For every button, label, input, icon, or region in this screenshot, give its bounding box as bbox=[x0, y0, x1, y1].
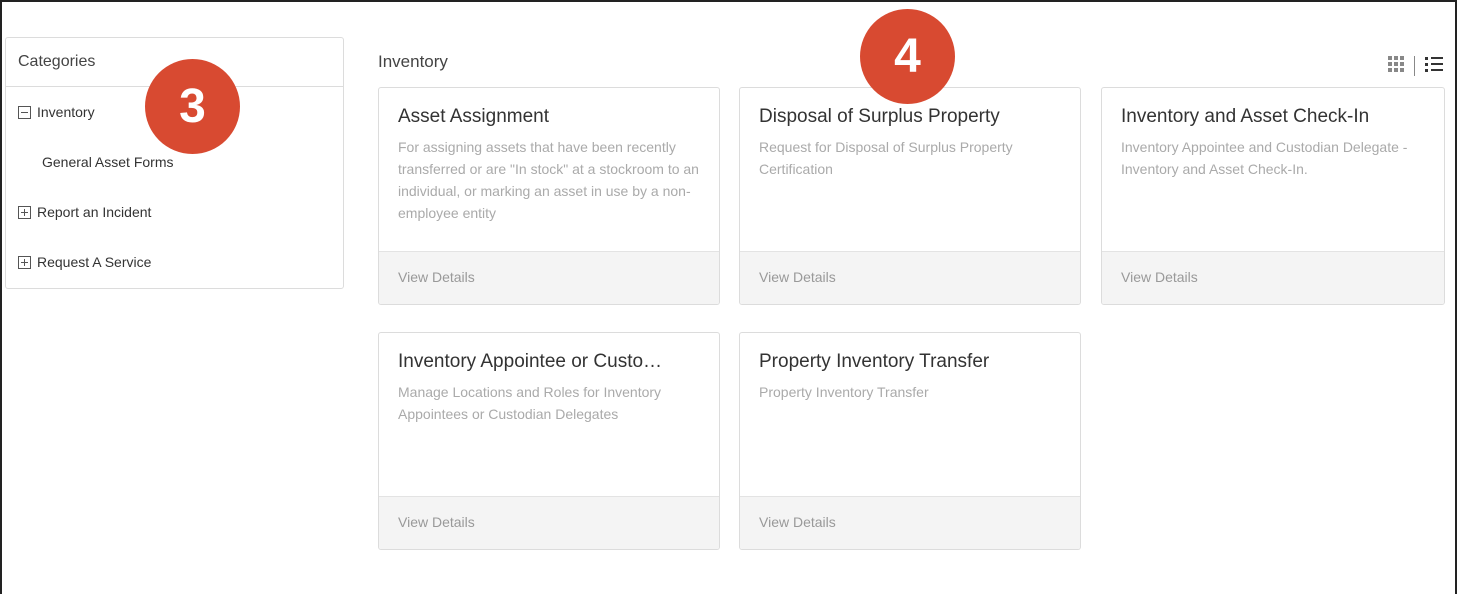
catalog-card[interactable]: Inventory and Asset Check-In Inventory A… bbox=[1101, 87, 1445, 305]
view-details-link[interactable]: View Details bbox=[1102, 251, 1444, 304]
card-description: Manage Locations and Roles for Inventory… bbox=[398, 384, 662, 422]
card-title[interactable]: Inventory and Asset Check-In bbox=[1121, 106, 1424, 128]
view-toggles bbox=[1388, 52, 1443, 76]
catalog-card[interactable]: Asset Assignment For assigning assets th… bbox=[378, 87, 720, 305]
catalog-card[interactable]: Property Inventory Transfer Property Inv… bbox=[739, 332, 1081, 550]
view-details-link[interactable]: View Details bbox=[740, 251, 1080, 304]
card-title[interactable]: Inventory Appointee or Custo… bbox=[398, 351, 699, 373]
catalog-card[interactable]: Disposal of Surplus Property Request for… bbox=[739, 87, 1081, 305]
expand-icon[interactable] bbox=[18, 255, 31, 269]
card-body: Inventory Appointee or Custo… Manage Loc… bbox=[379, 333, 719, 498]
card-body: Disposal of Surplus Property Request for… bbox=[740, 88, 1080, 253]
collapse-icon[interactable] bbox=[18, 105, 31, 119]
card-body: Property Inventory Transfer Property Inv… bbox=[740, 333, 1080, 498]
card-description: Property Inventory Transfer bbox=[759, 384, 929, 400]
grid-view-icon[interactable] bbox=[1388, 56, 1404, 72]
page-title: Inventory bbox=[378, 52, 448, 71]
card-description: Inventory Appointee and Custodian Delega… bbox=[1121, 139, 1408, 177]
divider bbox=[1414, 56, 1415, 76]
sidebar-item-report-an-incident[interactable]: Report an Incident bbox=[6, 187, 343, 237]
sidebar-item-request-a-service[interactable]: Request A Service bbox=[6, 237, 343, 287]
card-body: Inventory and Asset Check-In Inventory A… bbox=[1102, 88, 1444, 253]
card-body: Asset Assignment For assigning assets th… bbox=[379, 88, 719, 253]
sidebar-item-label: General Asset Forms bbox=[42, 154, 174, 170]
step-4-badge: 4 bbox=[860, 9, 955, 104]
card-title[interactable]: Asset Assignment bbox=[398, 106, 699, 128]
list-view-icon[interactable] bbox=[1425, 56, 1443, 72]
view-details-link[interactable]: View Details bbox=[379, 496, 719, 549]
sidebar-item-label: Inventory bbox=[37, 104, 95, 120]
step-3-badge: 3 bbox=[145, 59, 240, 154]
card-title[interactable]: Disposal of Surplus Property bbox=[759, 106, 1060, 128]
view-details-link[interactable]: View Details bbox=[740, 496, 1080, 549]
card-title[interactable]: Property Inventory Transfer bbox=[759, 351, 1060, 373]
expand-icon[interactable] bbox=[18, 205, 31, 219]
card-description: Request for Disposal of Surplus Property… bbox=[759, 139, 1013, 177]
sidebar-item-label: Request A Service bbox=[37, 254, 152, 270]
catalog-card[interactable]: Inventory Appointee or Custo… Manage Loc… bbox=[378, 332, 720, 550]
card-description: For assigning assets that have been rece… bbox=[398, 139, 699, 221]
view-details-link[interactable]: View Details bbox=[379, 251, 719, 304]
sidebar-item-label: Report an Incident bbox=[37, 204, 152, 220]
